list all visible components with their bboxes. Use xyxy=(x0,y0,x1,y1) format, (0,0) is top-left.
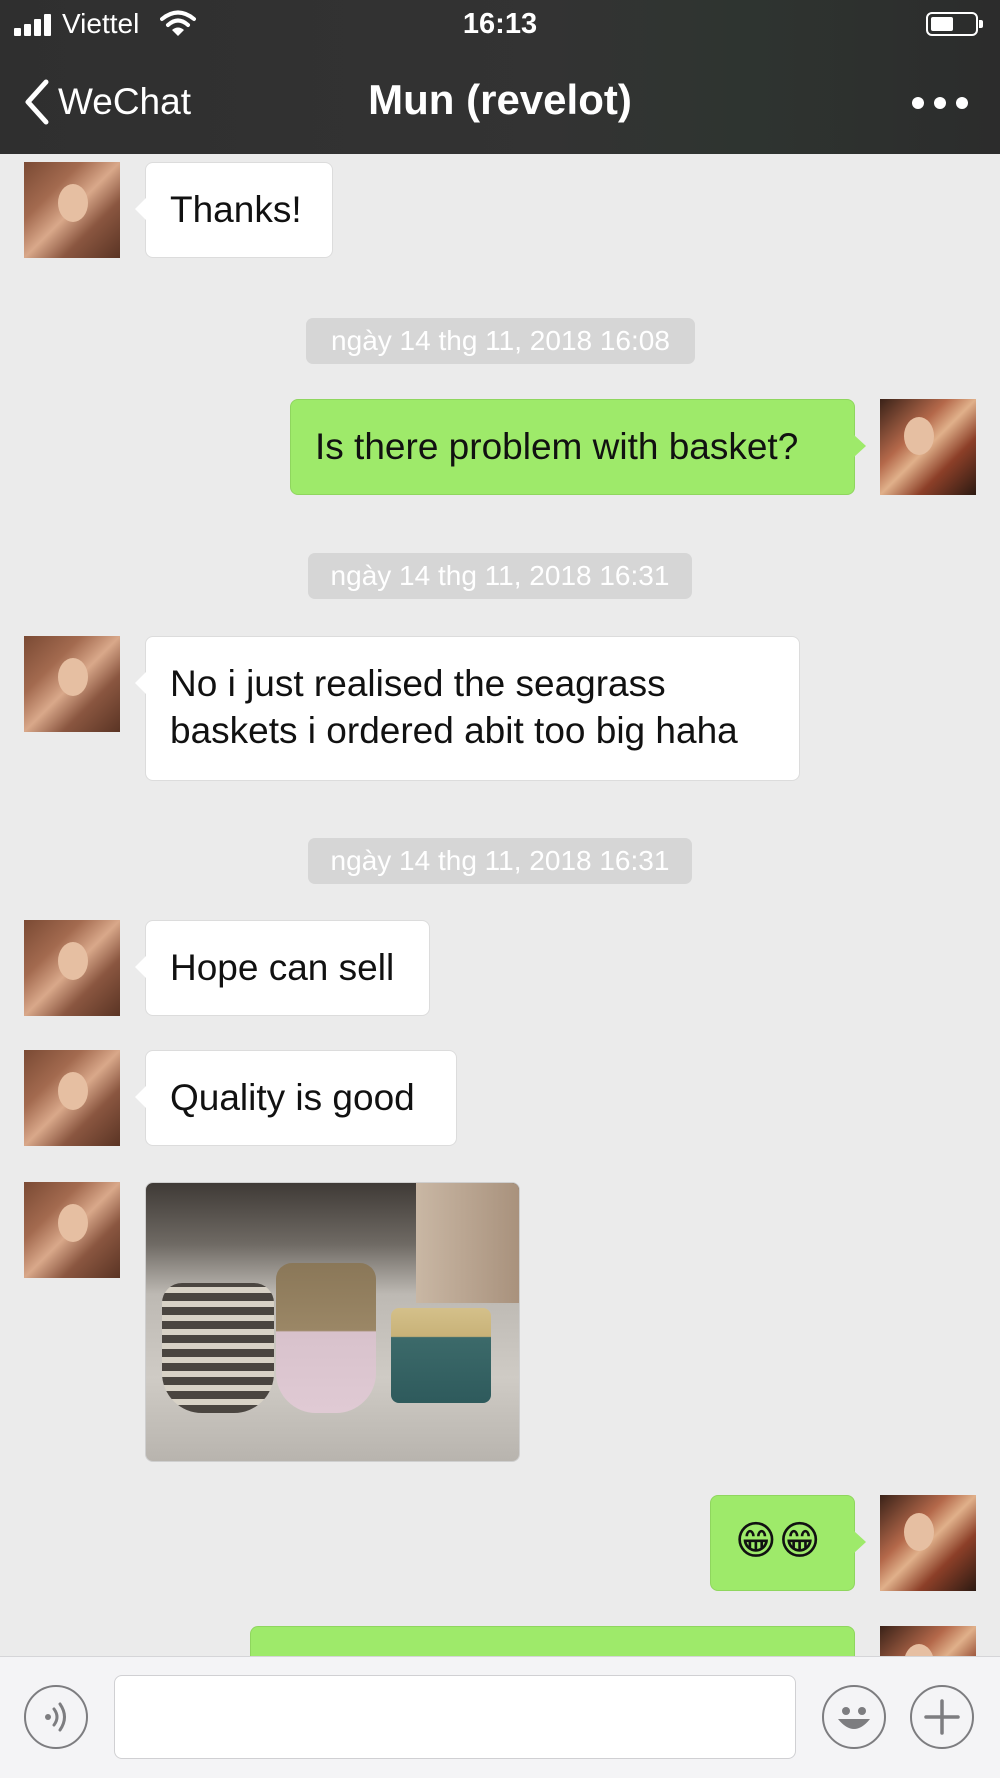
contact-avatar[interactable] xyxy=(24,1182,120,1278)
basket-1 xyxy=(162,1283,274,1413)
incoming-message[interactable]: Thanks! xyxy=(135,162,333,258)
contact-avatar[interactable] xyxy=(24,1050,120,1146)
emoji-text: 😁😁 xyxy=(735,1519,823,1563)
message-line: No i just realised the seagrass xyxy=(170,663,666,704)
voice-glyph xyxy=(45,1702,66,1732)
message-input[interactable] xyxy=(114,1675,796,1759)
message-text: Hope can sell xyxy=(170,947,395,988)
status-bar: Viettel 16:13 xyxy=(0,0,1000,50)
timestamp: ngày 14 thg 11, 2018 16:31 xyxy=(308,838,692,884)
message-text: Quality is good xyxy=(170,1077,415,1118)
emoji-icon[interactable] xyxy=(822,1685,886,1749)
outgoing-message[interactable]: Is there problem with basket? xyxy=(290,399,866,495)
contact-avatar[interactable] xyxy=(24,920,120,1016)
my-avatar[interactable] xyxy=(880,1495,976,1591)
incoming-message[interactable]: Quality is good xyxy=(135,1050,457,1146)
battery-icon xyxy=(926,12,983,36)
chat-history[interactable]: Thanks! ngày 14 thg 11, 2018 16:08 Is th… xyxy=(0,154,1000,1656)
plus-glyph xyxy=(924,1699,960,1735)
ellipsis-icon[interactable] xyxy=(912,88,968,118)
input-toolbar xyxy=(0,1656,1000,1778)
contact-avatar[interactable] xyxy=(24,162,120,258)
message-line: baskets i ordered abit too big haha xyxy=(170,710,738,751)
incoming-message[interactable]: No i just realised the seagrass baskets … xyxy=(135,636,800,781)
top-bar: Viettel 16:13 WeChat Mun (revelot) xyxy=(0,0,1000,154)
incoming-message[interactable]: Hope can sell xyxy=(135,920,430,1016)
timestamp: ngày 14 thg 11, 2018 16:08 xyxy=(306,318,695,364)
basket-2 xyxy=(276,1263,376,1413)
outgoing-message[interactable] xyxy=(250,1626,855,1656)
plus-icon[interactable] xyxy=(910,1685,974,1749)
message-text: Is there problem with basket? xyxy=(315,426,799,467)
basket-3 xyxy=(391,1308,491,1403)
chat-title: Mun (revelot) xyxy=(368,76,632,123)
image-message[interactable] xyxy=(145,1182,520,1462)
my-avatar[interactable] xyxy=(880,399,976,495)
voice-icon[interactable] xyxy=(24,1685,88,1749)
contact-avatar[interactable] xyxy=(24,636,120,732)
navigation-bar: WeChat Mun (revelot) xyxy=(0,60,1000,144)
my-avatar[interactable] xyxy=(880,1626,976,1656)
timestamp: ngày 14 thg 11, 2018 16:31 xyxy=(308,553,692,599)
message-text: Thanks! xyxy=(170,189,302,230)
status-time: 16:13 xyxy=(462,8,538,40)
outgoing-message[interactable]: 😁😁 xyxy=(710,1495,866,1591)
smiley-glyph xyxy=(838,1707,870,1729)
